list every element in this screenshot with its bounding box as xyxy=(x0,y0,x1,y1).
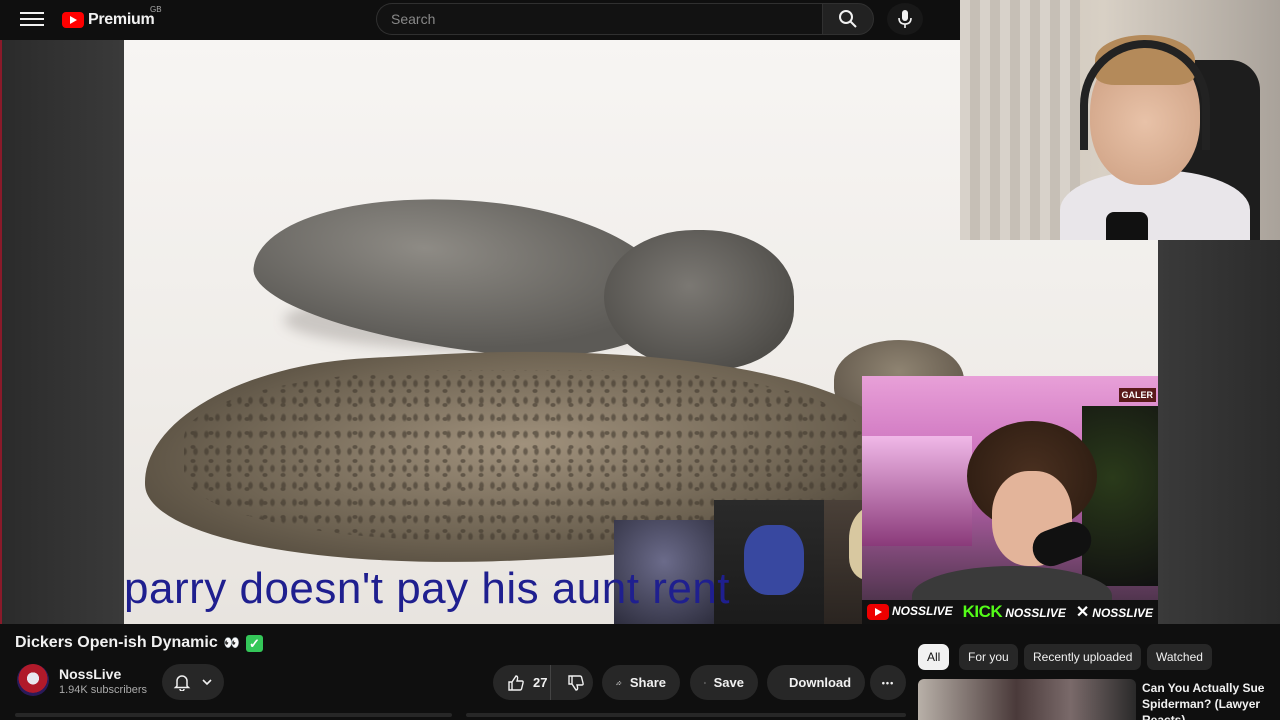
like-button[interactable]: 27 xyxy=(493,665,551,700)
share-label: Share xyxy=(629,675,666,690)
subscribed-bell-button[interactable] xyxy=(162,664,224,700)
share-button[interactable]: Share xyxy=(602,665,680,700)
search-icon xyxy=(839,10,857,28)
dislike-button[interactable] xyxy=(559,665,593,700)
character-face xyxy=(744,525,804,595)
search-button[interactable] xyxy=(822,3,874,35)
recommendation-title[interactable]: Can You Actually Sue Spiderman? (Lawyer … xyxy=(1142,680,1272,720)
bell-icon xyxy=(173,675,191,691)
eyes-emoji: 👀 xyxy=(223,635,240,650)
recommendation-thumbnail[interactable] xyxy=(918,679,1136,720)
channel-name[interactable]: NossLive xyxy=(59,666,121,682)
more-actions-button[interactable]: ••• xyxy=(870,665,906,700)
like-count: 27 xyxy=(533,675,548,690)
social-youtube: NOSSLIVE xyxy=(866,604,953,620)
masthead: Premium GB Search xyxy=(0,0,960,40)
download-label: Download xyxy=(789,675,852,690)
youtube-premium-logo[interactable]: Premium xyxy=(62,8,155,32)
save-button[interactable]: Save xyxy=(690,665,758,700)
video-title-text: Dickers Open-ish Dynamic xyxy=(15,634,218,651)
microphone xyxy=(1106,212,1148,240)
check-emoji: ✓ xyxy=(245,634,263,652)
description-preview-bar xyxy=(15,713,452,717)
bookmark-icon xyxy=(704,681,706,684)
overlay-cam-character xyxy=(714,500,834,624)
player-backdrop-left xyxy=(0,40,124,624)
share-icon xyxy=(616,679,622,686)
kick-icon: KICK xyxy=(962,602,1003,621)
streamer-facecam xyxy=(960,0,1280,240)
seal-top-head xyxy=(604,230,794,370)
menu-icon[interactable] xyxy=(20,8,44,30)
search-input[interactable]: Search xyxy=(376,3,823,35)
youtube-icon xyxy=(866,604,889,620)
voice-search-button[interactable] xyxy=(887,3,923,35)
chevron-down-icon xyxy=(202,679,212,686)
x-icon: ✕ xyxy=(1075,604,1090,621)
chip-watched[interactable]: Watched xyxy=(1147,644,1212,670)
video-caption: parry doesn't pay his aunt rent xyxy=(124,564,731,613)
video-title: Dickers Open-ish Dynamic 👀 ✓ xyxy=(15,634,263,652)
download-button[interactable]: Download xyxy=(767,665,865,700)
logo-text: Premium xyxy=(88,11,155,28)
player-backdrop-right xyxy=(1158,240,1280,624)
chip-all[interactable]: All xyxy=(918,644,950,670)
chip-recently-uploaded[interactable]: Recently uploaded xyxy=(1024,644,1142,670)
microphone-icon xyxy=(898,10,912,28)
wall-sign: GALER xyxy=(1118,388,1156,402)
social-kick: KICK NOSSLIVE xyxy=(962,602,1066,621)
thumbs-up-icon xyxy=(508,674,524,691)
more-icon: ••• xyxy=(881,677,895,688)
save-label: Save xyxy=(713,675,744,690)
subscriber-count: 1.94K subscribers xyxy=(59,684,148,696)
like-dislike-group: 27 xyxy=(493,665,593,700)
thumbs-down-icon xyxy=(568,674,584,691)
logo-region: GB xyxy=(150,5,162,14)
host-facecam: GALER NOSSLIVE KICK NOSSLIVE ✕ NOSSLIVE xyxy=(862,376,1158,624)
social-handles-strip: NOSSLIVE KICK NOSSLIVE ✕ NOSSLIVE xyxy=(862,600,1158,624)
facecam-plants xyxy=(1082,406,1158,586)
search-placeholder: Search xyxy=(391,11,436,27)
youtube-logo-icon xyxy=(62,12,84,28)
social-x: ✕ NOSSLIVE xyxy=(1075,604,1153,621)
chip-for-you[interactable]: For you xyxy=(959,644,1018,670)
facecam-shelf xyxy=(862,436,972,546)
channel-avatar[interactable] xyxy=(17,664,49,696)
description-preview-bar xyxy=(466,713,906,717)
